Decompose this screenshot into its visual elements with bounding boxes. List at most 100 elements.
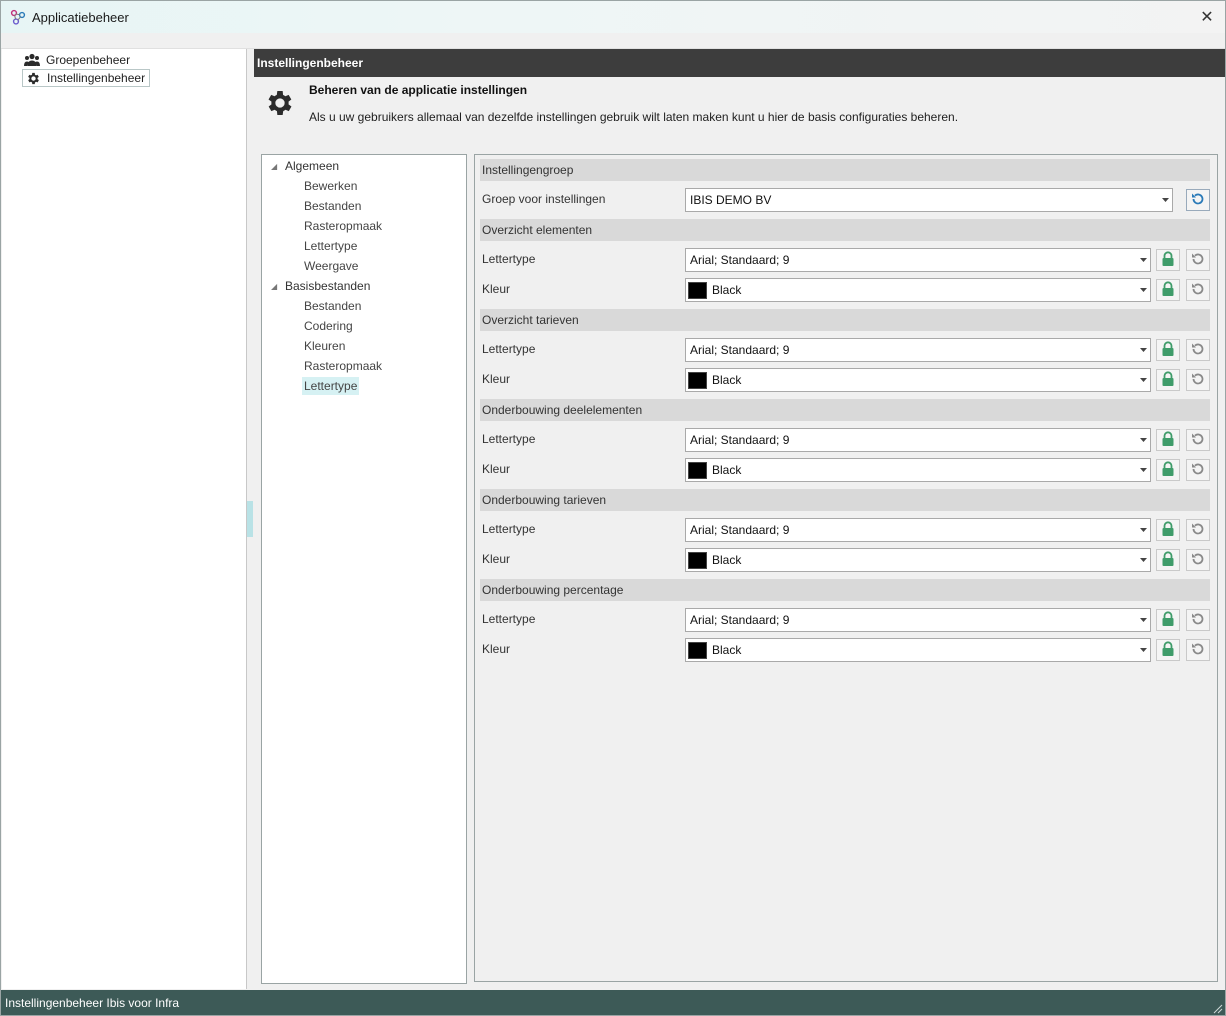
lettertype-label: Lettertype bbox=[482, 612, 536, 626]
tree-node-algemeen[interactable]: Algemeen bbox=[283, 157, 341, 175]
font-select[interactable]: Arial; Standaard; 9 bbox=[685, 428, 1151, 452]
group-header-instellingengroep: Instellingengroep bbox=[480, 159, 1210, 181]
menu-strip bbox=[1, 33, 1225, 49]
lock-button[interactable] bbox=[1156, 609, 1180, 631]
reset-icon bbox=[1190, 281, 1206, 300]
tree-node-label: Algemeen bbox=[285, 159, 340, 173]
chevron-down-icon bbox=[1136, 429, 1150, 451]
font-value: Arial; Standaard; 9 bbox=[690, 343, 790, 357]
tree-node-label: Weergave bbox=[304, 259, 359, 273]
description-text: Als u uw gebruikers allemaal van dezelfd… bbox=[309, 110, 959, 124]
panel-splitter[interactable] bbox=[247, 501, 253, 537]
nav-item-instellingenbeheer[interactable]: Instellingenbeheer bbox=[22, 69, 151, 87]
tree-node-codering[interactable]: Codering bbox=[302, 317, 355, 335]
group-header-label: Instellingengroep bbox=[482, 163, 574, 177]
chevron-down-icon bbox=[1158, 189, 1172, 211]
collapse-triangle-icon[interactable]: ◢ bbox=[271, 283, 279, 291]
kleur-label: Kleur bbox=[482, 642, 511, 656]
lock-icon bbox=[1161, 520, 1175, 540]
reset-button[interactable] bbox=[1186, 459, 1210, 481]
lock-button[interactable] bbox=[1156, 459, 1180, 481]
chevron-down-icon bbox=[1136, 459, 1150, 481]
tree-node-label: Rasteropmaak bbox=[304, 219, 383, 233]
color-swatch bbox=[688, 641, 707, 659]
groep-select[interactable]: IBIS DEMO BV bbox=[685, 188, 1173, 212]
collapse-triangle-icon[interactable]: ◢ bbox=[271, 163, 279, 171]
color-select[interactable]: Black bbox=[685, 368, 1151, 392]
lock-icon bbox=[1161, 550, 1175, 570]
status-bar: Instellingenbeheer Ibis voor Infra bbox=[1, 990, 1225, 1015]
font-select[interactable]: Arial; Standaard; 9 bbox=[685, 518, 1151, 542]
close-icon: ✕ bbox=[1200, 9, 1214, 26]
reset-button[interactable] bbox=[1186, 249, 1210, 271]
tree-node-weergave[interactable]: Weergave bbox=[302, 257, 360, 275]
kleur-label: Kleur bbox=[482, 552, 511, 566]
tree-node-basisbestanden[interactable]: Basisbestanden bbox=[283, 277, 372, 295]
reset-button[interactable] bbox=[1186, 429, 1210, 451]
window-title: Applicatiebeheer bbox=[32, 9, 129, 25]
left-navigation: Groepenbeheer Instellingenbeheer bbox=[2, 49, 247, 989]
settings-gear-icon bbox=[264, 87, 296, 119]
reset-button[interactable] bbox=[1186, 279, 1210, 301]
tree-node-lettertype[interactable]: Lettertype bbox=[302, 237, 359, 255]
lock-button[interactable] bbox=[1156, 249, 1180, 271]
tree-node-bestanden[interactable]: Bestanden bbox=[302, 297, 363, 315]
lock-button[interactable] bbox=[1156, 519, 1180, 541]
reset-icon bbox=[1190, 521, 1206, 540]
color-select[interactable]: Black bbox=[685, 278, 1151, 302]
reset-button[interactable] bbox=[1186, 639, 1210, 661]
group-header-label: Onderbouwing tarieven bbox=[482, 493, 607, 507]
tree-node-rasteropmaak[interactable]: Rasteropmaak bbox=[302, 357, 384, 375]
lock-button[interactable] bbox=[1156, 639, 1180, 661]
group-header-label: Onderbouwing deelelementen bbox=[482, 403, 643, 417]
lock-button[interactable] bbox=[1156, 429, 1180, 451]
lock-button[interactable] bbox=[1156, 279, 1180, 301]
color-select[interactable]: Black bbox=[685, 638, 1151, 662]
reset-icon bbox=[1190, 431, 1206, 450]
tree-node-bewerken[interactable]: Bewerken bbox=[302, 177, 359, 195]
chevron-down-icon bbox=[1136, 279, 1150, 301]
lock-button[interactable] bbox=[1156, 369, 1180, 391]
group-header: Overzicht tarieven bbox=[480, 309, 1210, 331]
color-swatch bbox=[688, 461, 707, 479]
lock-button[interactable] bbox=[1156, 339, 1180, 361]
refresh-button[interactable] bbox=[1186, 189, 1210, 211]
tree-node-label: Lettertype bbox=[304, 239, 358, 253]
description-title: Beheren van de applicatie instellingen bbox=[309, 83, 528, 97]
group-header-label: Overzicht tarieven bbox=[482, 313, 579, 327]
font-select[interactable]: Arial; Standaard; 9 bbox=[685, 338, 1151, 362]
kleur-label: Kleur bbox=[482, 282, 511, 296]
chevron-down-icon bbox=[1136, 549, 1150, 571]
tree-node-rasteropmaak[interactable]: Rasteropmaak bbox=[302, 217, 384, 235]
font-select[interactable]: Arial; Standaard; 9 bbox=[685, 608, 1151, 632]
color-select[interactable]: Black bbox=[685, 548, 1151, 572]
title-bar: Applicatiebeheer ✕ bbox=[1, 1, 1225, 33]
reset-button[interactable] bbox=[1186, 519, 1210, 541]
font-value: Arial; Standaard; 9 bbox=[690, 613, 790, 627]
tree-node-bestanden[interactable]: Bestanden bbox=[302, 197, 363, 215]
tree-node-label: Kleuren bbox=[304, 339, 346, 353]
font-select[interactable]: Arial; Standaard; 9 bbox=[685, 248, 1151, 272]
reset-button[interactable] bbox=[1186, 369, 1210, 391]
group-header: Onderbouwing tarieven bbox=[480, 489, 1210, 511]
close-button[interactable]: ✕ bbox=[1195, 5, 1219, 29]
groep-label: Groep voor instellingen bbox=[482, 192, 606, 206]
chevron-down-icon bbox=[1136, 249, 1150, 271]
lock-button[interactable] bbox=[1156, 549, 1180, 571]
kleur-label: Kleur bbox=[482, 372, 511, 386]
tree-node-lettertype-selected[interactable]: Lettertype bbox=[302, 377, 360, 395]
tree-node-label: Lettertype bbox=[304, 379, 358, 393]
resize-grip-icon[interactable] bbox=[1213, 1003, 1223, 1014]
tree-node-label: Bestanden bbox=[304, 199, 362, 213]
color-value: Black bbox=[712, 283, 742, 297]
tree-node-kleuren[interactable]: Kleuren bbox=[302, 337, 347, 355]
color-select[interactable]: Black bbox=[685, 458, 1151, 482]
reset-button[interactable] bbox=[1186, 609, 1210, 631]
group-header-label: Overzicht elementen bbox=[482, 223, 593, 237]
nav-item-groepenbeheer[interactable]: Groepenbeheer bbox=[22, 51, 134, 69]
reset-button[interactable] bbox=[1186, 339, 1210, 361]
reset-button[interactable] bbox=[1186, 549, 1210, 571]
color-swatch bbox=[688, 371, 707, 389]
group-header: Onderbouwing deelelementen bbox=[480, 399, 1210, 421]
reset-icon bbox=[1190, 611, 1206, 630]
